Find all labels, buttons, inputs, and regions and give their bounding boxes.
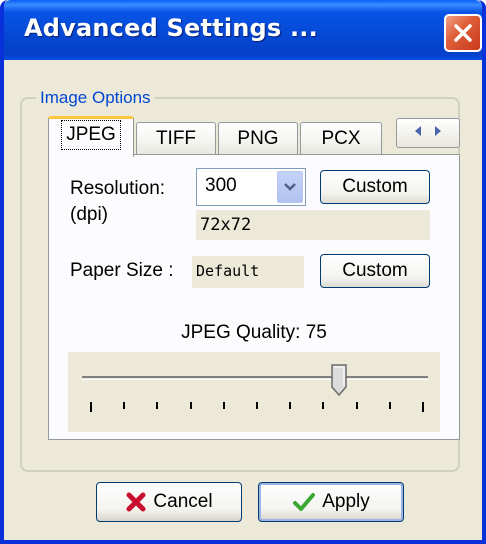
tab-label: TIFF	[155, 128, 197, 149]
tab-tiff[interactable]: TIFF	[136, 122, 216, 156]
slider-tick	[190, 402, 192, 409]
slider-tick	[289, 402, 291, 409]
quality-slider-track[interactable]	[82, 376, 428, 380]
group-legend: Image Options	[40, 88, 151, 107]
window-title: Advanced Settings ...	[24, 14, 318, 42]
paper-size-label: Paper Size :	[70, 260, 174, 281]
slider-ticks	[90, 402, 426, 414]
paper-custom-button[interactable]: Custom	[320, 254, 430, 288]
title-bar[interactable]: Advanced Settings ...	[4, 0, 482, 60]
red-x-icon	[126, 492, 146, 512]
slider-tick	[322, 402, 324, 409]
tab-label: JPEG	[61, 120, 121, 150]
arrow-right-icon[interactable]	[433, 124, 443, 142]
close-icon	[454, 24, 472, 42]
close-button[interactable]	[444, 14, 482, 52]
jpeg-quality-caption: JPEG Quality: 75	[68, 322, 440, 344]
apply-button[interactable]: Apply	[258, 482, 404, 522]
quality-slider-thumb[interactable]	[331, 364, 347, 396]
dropdown-button[interactable]	[277, 171, 303, 203]
tab-strip: JPEG TIFF PNG PCX	[48, 116, 448, 157]
slider-tick	[156, 402, 158, 409]
quality-slider-track-area[interactable]	[68, 352, 440, 432]
resolution-custom-button[interactable]: Custom	[320, 170, 430, 204]
slider-tick	[356, 402, 358, 409]
slider-tick	[389, 402, 391, 409]
resolution-readout: 72x72	[196, 210, 430, 240]
cancel-button[interactable]: Cancel	[96, 482, 242, 522]
resolution-label: Resolution:	[70, 178, 166, 199]
slider-tick	[422, 402, 424, 412]
jpeg-quality-value: 75	[305, 322, 327, 343]
slider-tick	[90, 402, 92, 412]
tab-png[interactable]: PNG	[218, 122, 298, 156]
arrow-left-icon[interactable]	[413, 124, 423, 142]
slider-tick	[123, 402, 125, 409]
tab-jpeg[interactable]: JPEG	[48, 116, 134, 157]
green-check-icon	[293, 493, 316, 511]
apply-label: Apply	[322, 491, 370, 512]
tab-label: PCX	[321, 128, 361, 149]
tab-scroll-arrows	[396, 118, 460, 148]
resolution-select[interactable]: 300	[196, 168, 306, 206]
tab-pcx[interactable]: PCX	[300, 122, 382, 156]
tab-label: PNG	[237, 128, 279, 149]
paper-size-value: Default	[192, 256, 304, 288]
slider-tick	[223, 402, 225, 409]
cancel-label: Cancel	[153, 491, 213, 512]
jpeg-quality-label: JPEG Quality:	[181, 322, 301, 343]
slider-tick	[256, 402, 258, 409]
chevron-down-icon	[284, 183, 296, 191]
resolution-value: 300	[205, 175, 237, 196]
dpi-label: (dpi)	[70, 204, 109, 225]
